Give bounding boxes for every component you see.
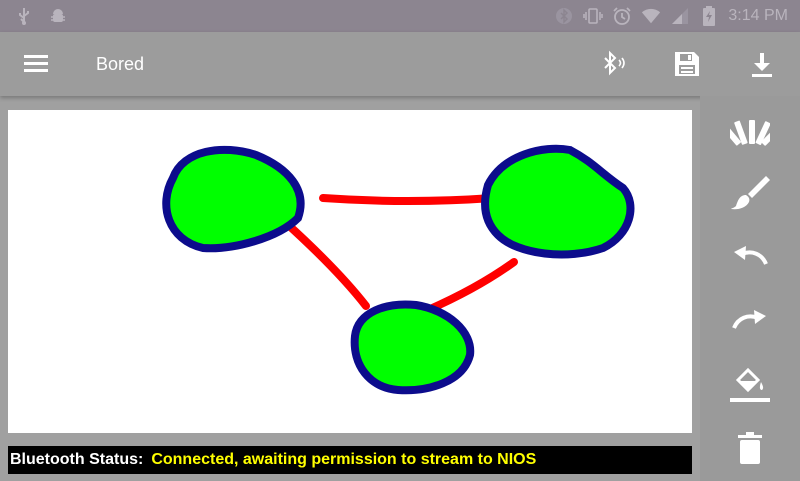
android-debug-icon: [48, 6, 68, 26]
delete-icon[interactable]: [728, 426, 772, 470]
tool-sidebar: [700, 96, 800, 481]
vibrate-icon: [583, 6, 604, 26]
wifi-icon: [641, 6, 661, 26]
battery-icon: [699, 6, 719, 26]
node-right: [481, 144, 635, 259]
bluetooth-status-value: Connected, awaiting permission to stream…: [151, 451, 537, 468]
edge-left-right: [319, 194, 497, 205]
download-icon[interactable]: [746, 48, 778, 80]
node-bottom: [350, 300, 475, 395]
node-left: [162, 145, 305, 253]
alarm-icon: [612, 6, 632, 26]
bluetooth-off-icon: [554, 6, 574, 26]
fill-bucket-icon[interactable]: [728, 362, 772, 406]
app-toolbar: Bored: [0, 32, 800, 96]
undo-icon[interactable]: [728, 236, 772, 280]
save-icon[interactable]: [671, 48, 703, 80]
usb-icon: [14, 6, 34, 26]
bluetooth-connect-icon[interactable]: [596, 48, 628, 80]
system-status-bar: 3:14 PM: [0, 0, 800, 32]
redo-icon[interactable]: [728, 300, 772, 344]
bluetooth-status-label: Bluetooth Status:: [10, 451, 144, 468]
drawing-canvas[interactable]: [8, 110, 692, 433]
app-title: Bored: [96, 54, 145, 74]
brush-icon[interactable]: [728, 170, 772, 214]
canvas-drawing: [162, 144, 635, 395]
color-palette-icon[interactable]: [728, 110, 772, 154]
bluetooth-status-bar: Bluetooth Status: Connected, awaiting pe…: [8, 446, 692, 474]
signal-icon: [670, 6, 690, 26]
edge-left-bottom: [281, 218, 370, 310]
hamburger-menu-icon[interactable]: [22, 50, 52, 78]
edge-right-bottom: [424, 258, 518, 314]
clock-time: 3:14 PM: [728, 7, 788, 24]
